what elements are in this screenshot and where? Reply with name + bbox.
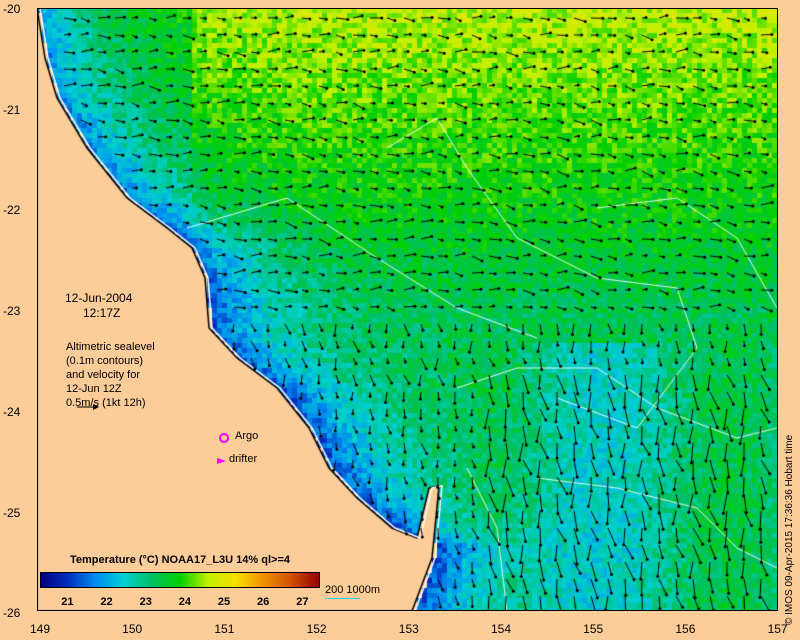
colorbar-tick: 26 <box>257 596 270 608</box>
lat-tick: -22 <box>3 203 21 218</box>
note-line: (0.1m contours) <box>66 355 144 367</box>
lat-tick: -26 <box>3 606 21 621</box>
drifter-legend-label: drifter <box>229 453 258 465</box>
lat-tick: -21 <box>3 102 21 117</box>
lon-tick: 153 <box>398 622 419 636</box>
colorbar-tick: 27 <box>296 596 309 608</box>
note-line: and velocity for <box>66 369 140 381</box>
note-line: Altimetric sealevel <box>66 341 155 353</box>
lat-tick: -20 <box>3 2 21 16</box>
lat-tick: -24 <box>3 404 21 419</box>
depth-contour-swatch <box>325 598 360 599</box>
lon-tick: 155 <box>583 622 604 636</box>
colorbar-tick: 21 <box>61 596 74 608</box>
altimetry-note: Altimetric sealevel (0.1m contours) and … <box>66 340 155 410</box>
note-line: 12-Jun 12Z <box>66 383 122 395</box>
sst-map <box>37 8 778 611</box>
depth-contour-label: 200 1000m <box>325 584 381 596</box>
lon-tick: 152 <box>306 622 327 636</box>
colorbar-tick: 25 <box>217 596 231 608</box>
date-label: 12-Jun-2004 <box>65 291 133 305</box>
lat-tick: -23 <box>3 304 21 319</box>
time-label: 12:17Z <box>83 306 121 320</box>
velocity-scale-arrow-icon <box>77 404 99 410</box>
colorbar-tick: 22 <box>100 596 113 608</box>
lat-tick: -25 <box>3 505 21 520</box>
lon-tick: 154 <box>490 622 512 636</box>
lon-tick: 150 <box>122 622 143 636</box>
colorbar-tick: 24 <box>178 596 191 608</box>
colorbar-title: Temperature (°C) NOAA17_L3U 14% ql>=4 <box>70 554 290 566</box>
lon-tick: 156 <box>675 622 696 636</box>
colorbar-tick: 23 <box>139 596 152 608</box>
argo-marker-icon <box>219 433 229 443</box>
credit-text: © IMOS 09-Apr-2015 17:36:36 Hobart time <box>784 434 795 625</box>
lon-tick: 149 <box>29 622 51 636</box>
lon-tick: 151 <box>214 622 235 636</box>
drifter-marker-icon <box>217 458 226 464</box>
argo-legend-label: Argo <box>235 430 259 442</box>
colorbar <box>40 572 320 588</box>
